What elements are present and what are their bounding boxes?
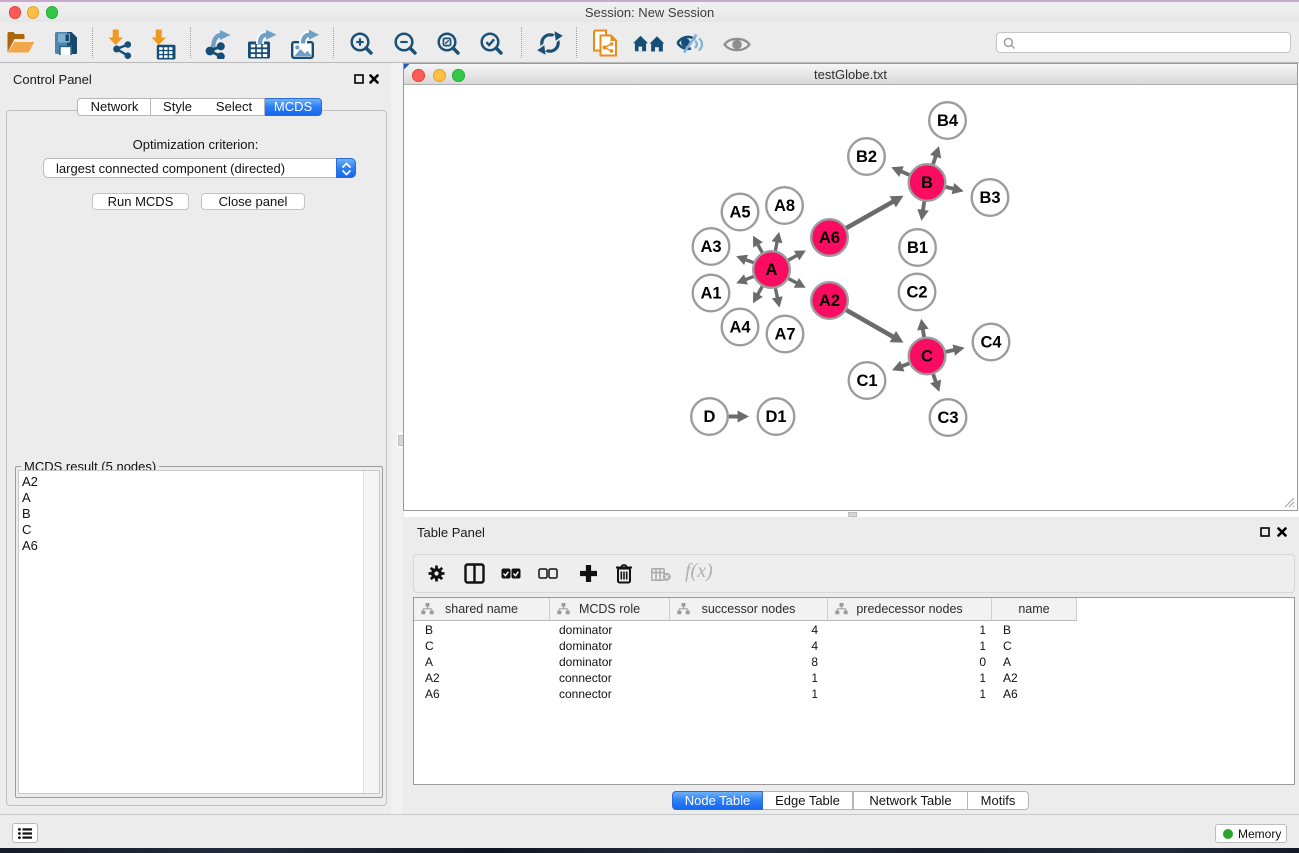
svg-text:B2: B2	[856, 148, 877, 166]
svg-text:C: C	[921, 348, 933, 366]
svg-text:A: A	[766, 261, 778, 279]
svg-text:C2: C2	[906, 284, 927, 302]
svg-text:A4: A4	[729, 319, 751, 337]
svg-text:C4: C4	[980, 334, 1002, 352]
svg-text:A8: A8	[774, 197, 795, 215]
svg-text:A5: A5	[729, 204, 750, 222]
svg-text:A1: A1	[700, 285, 721, 303]
svg-text:D1: D1	[765, 408, 786, 426]
svg-text:B1: B1	[907, 239, 928, 257]
svg-text:B3: B3	[979, 189, 1000, 207]
svg-text:A7: A7	[774, 326, 795, 344]
svg-text:A6: A6	[819, 229, 840, 247]
svg-text:A3: A3	[700, 238, 721, 256]
svg-text:D: D	[704, 408, 716, 426]
svg-text:B: B	[921, 174, 933, 192]
svg-text:B4: B4	[937, 112, 959, 130]
svg-text:A2: A2	[819, 292, 840, 310]
svg-text:C1: C1	[856, 372, 877, 390]
svg-text:C3: C3	[937, 409, 958, 427]
